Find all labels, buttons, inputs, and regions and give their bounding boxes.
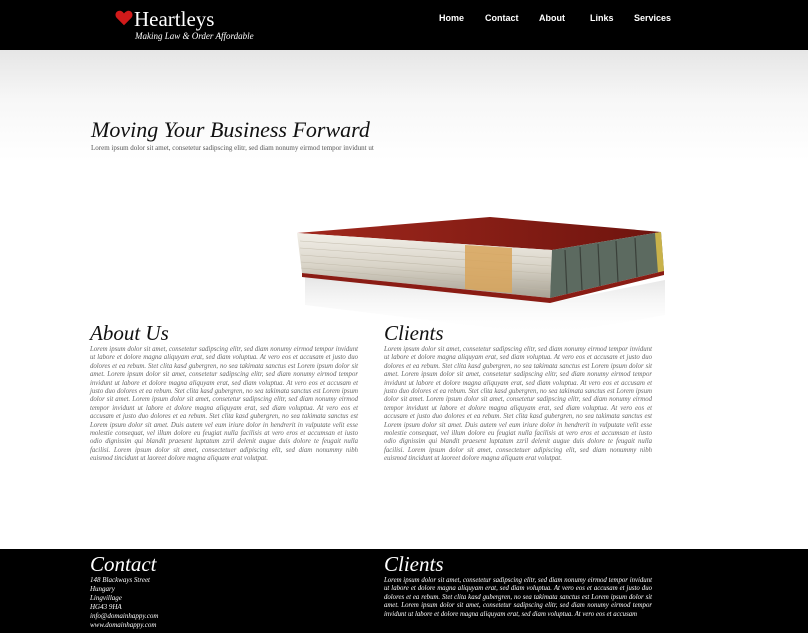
nav-services[interactable]: Services [634,13,671,23]
address-email-link[interactable]: info@domainhappy.com [90,612,358,621]
footer-clients-body: Lorem ipsum dolor sit amet, consetetur s… [384,577,652,618]
top-navbar: Heartleys Making Law & Order Affordable … [0,0,808,50]
about-section: About Us Lorem ipsum dolor sit amet, con… [90,321,358,464]
clients-body: Lorem ipsum dolor sit amet, consetetur s… [384,346,652,463]
main-nav: Home Contact About Links Services [0,13,808,27]
about-heading: About Us [90,321,169,345]
nav-contact[interactable]: Contact [485,13,519,23]
about-body: Lorem ipsum dolor sit amet, consetetur s… [90,346,358,463]
clients-section: Clients Lorem ipsum dolor sit amet, cons… [384,321,652,464]
clients-heading: Clients [384,321,444,345]
nav-about[interactable]: About [539,13,565,23]
nav-links[interactable]: Links [590,13,614,23]
address-block: 148 Blackways Street Hungary Lingvillage… [90,576,358,630]
address-street: 148 Blackways Street [90,576,151,584]
hero-subtitle: Lorem ipsum dolor sit amet, consetetur s… [91,144,374,152]
address-postcode: HG43 9HA [90,603,122,611]
brand-tagline: Making Law & Order Affordable [135,31,254,41]
address-website-link[interactable]: www.domainhappy.com [90,621,358,630]
hero-title: Moving Your Business Forward [91,117,370,142]
footer-contact: Contact 148 Blackways Street Hungary Lin… [90,552,358,630]
footer-contact-heading: Contact [90,552,157,576]
nav-home[interactable]: Home [439,13,464,23]
address-country: Hungary [90,585,115,593]
footer-clients: Clients Lorem ipsum dolor sit amet, cons… [384,552,652,619]
footer: Contact 148 Blackways Street Hungary Lin… [0,549,808,633]
address-town: Lingvillage [90,594,122,602]
footer-clients-heading: Clients [384,552,444,576]
